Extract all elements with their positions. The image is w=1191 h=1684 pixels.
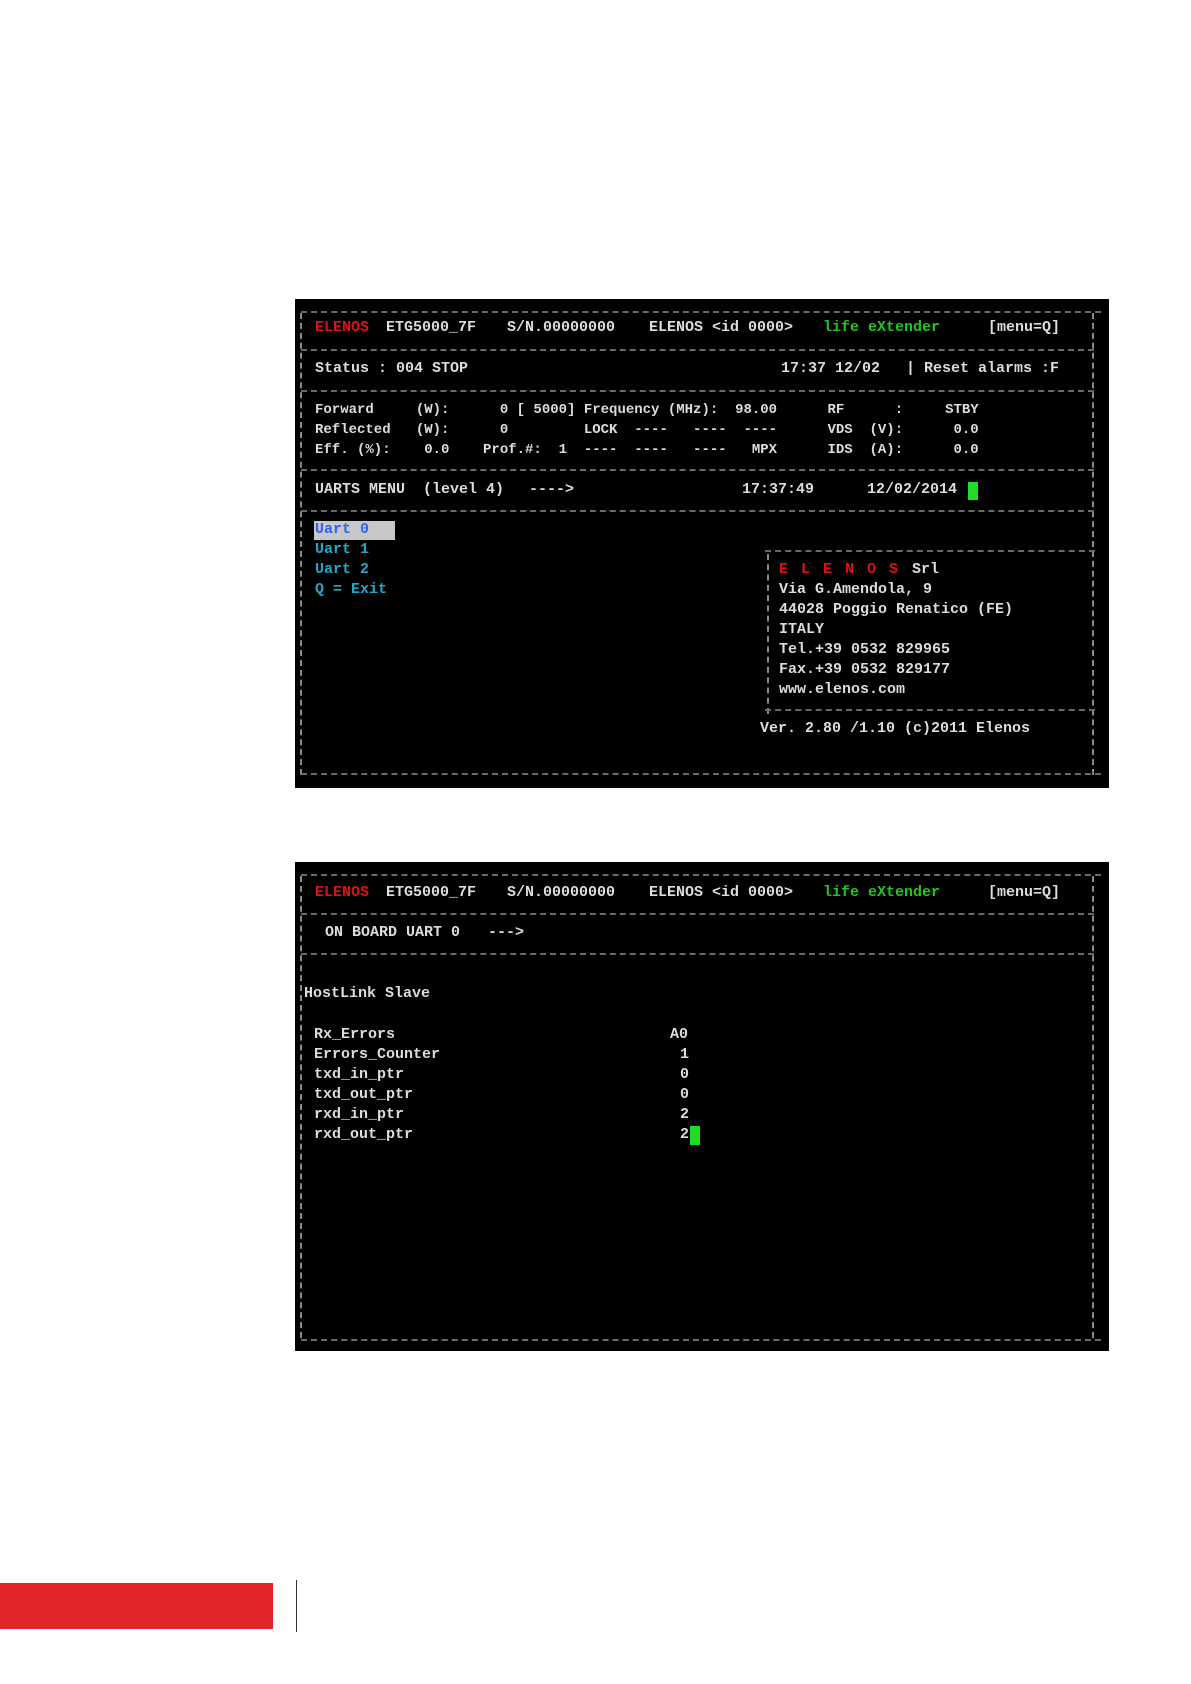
field-label: txd_out_ptr [314, 1086, 414, 1103]
field-label: Rx_Errors [314, 1026, 396, 1043]
divider [301, 469, 1094, 471]
field-label: rxd_out_ptr [314, 1126, 414, 1143]
field-value: 2 [680, 1106, 690, 1123]
version-label: Ver. 2.80 /1.10 (c)2011 Elenos [760, 720, 1031, 737]
menu-item-uart-2[interactable]: Uart 2 [315, 561, 369, 579]
status-text: Status : 004 STOP [315, 360, 469, 377]
brand-label: ELENOS [315, 884, 370, 901]
field-value: A0 [670, 1026, 689, 1043]
company-address-line: ITALY [779, 621, 825, 638]
divider [301, 390, 1094, 392]
device-id-label: ELENOS <id 0000> [649, 884, 794, 901]
company-name: E L E N O S [779, 561, 901, 578]
terminal-screen-uart-0: ELENOS ETG5000_7F S/N.00000000 ELENOS <i… [295, 862, 1109, 1351]
field-value: 2 [680, 1126, 690, 1143]
field-label: rxd_in_ptr [314, 1106, 405, 1123]
right-border [1092, 876, 1094, 1338]
menu-date: 12/02/2014 [867, 481, 958, 498]
divider [301, 773, 1101, 775]
tagline-label: life eXtender [823, 319, 941, 336]
divider [301, 510, 1094, 512]
terminal-screen-uarts-menu: ELENOS ETG5000_7F S/N.00000000 ELENOS <i… [295, 299, 1109, 788]
section-title: ON BOARD UART 0 [325, 924, 461, 941]
left-border [300, 876, 302, 1338]
measure-row: Reflected (W): 0 LOCK ---- ---- ---- VDS… [315, 422, 979, 438]
menu-item-uart-0[interactable]: Uart 0 [315, 521, 369, 539]
left-border [300, 313, 302, 775]
field-label: txd_in_ptr [314, 1066, 405, 1083]
section-arrow: ---> [488, 924, 525, 941]
menu-arrow: ----> [529, 481, 575, 498]
divider [301, 1339, 1101, 1341]
divider [301, 874, 1101, 876]
field-label: Errors_Counter [314, 1046, 441, 1063]
serial-label: S/N.00000000 [507, 319, 616, 336]
company-address-line: Via G.Amendola, 9 [779, 581, 933, 598]
divider [301, 913, 1094, 915]
divider [301, 953, 1094, 955]
brand-label: ELENOS [315, 319, 370, 336]
field-value: 0 [680, 1066, 690, 1083]
mode-label: HostLink Slave [304, 985, 431, 1002]
divider [765, 550, 1095, 552]
divider [301, 311, 1101, 313]
reset-alarms[interactable]: Reset alarms :F [924, 360, 1059, 378]
menu-hint[interactable]: [menu=Q] [988, 884, 1060, 902]
model-label: ETG5000_7F [386, 319, 477, 336]
menu-title: UARTS MENU (level 4) [315, 481, 505, 498]
status-separator: | [906, 360, 916, 377]
menu-time: 17:37:49 [742, 481, 815, 498]
text-cursor [968, 482, 978, 500]
divider [765, 709, 1095, 711]
right-border [1092, 313, 1094, 775]
tagline-label: life eXtender [823, 884, 941, 901]
status-time-date: 17:37 12/02 [781, 360, 881, 377]
company-phone: Tel.+39 0532 829965 [779, 641, 951, 658]
company-website: www.elenos.com [779, 681, 906, 698]
text-cursor [690, 1126, 700, 1145]
measure-row: Forward (W): 0 [ 5000] Frequency (MHz): … [315, 402, 979, 418]
footer-red-bar [0, 1583, 273, 1629]
footer-separator [296, 1580, 297, 1632]
model-label: ETG5000_7F [386, 884, 477, 901]
menu-item-exit[interactable]: Q = Exit [315, 581, 387, 599]
company-fax: Fax.+39 0532 829177 [779, 661, 951, 678]
company-suffix: Srl [912, 561, 940, 578]
company-address-line: 44028 Poggio Renatico (FE) [779, 601, 1014, 618]
menu-hint[interactable]: [menu=Q] [988, 319, 1060, 337]
field-value: 0 [680, 1086, 690, 1103]
serial-label: S/N.00000000 [507, 884, 616, 901]
field-value: 1 [680, 1046, 690, 1063]
menu-item-uart-1[interactable]: Uart 1 [315, 541, 369, 559]
box-left-border [767, 554, 769, 714]
measure-row: Eff. (%): 0.0 Prof.#: 1 ---- ---- ---- M… [315, 442, 979, 458]
device-id-label: ELENOS <id 0000> [649, 319, 794, 336]
divider [301, 349, 1094, 351]
